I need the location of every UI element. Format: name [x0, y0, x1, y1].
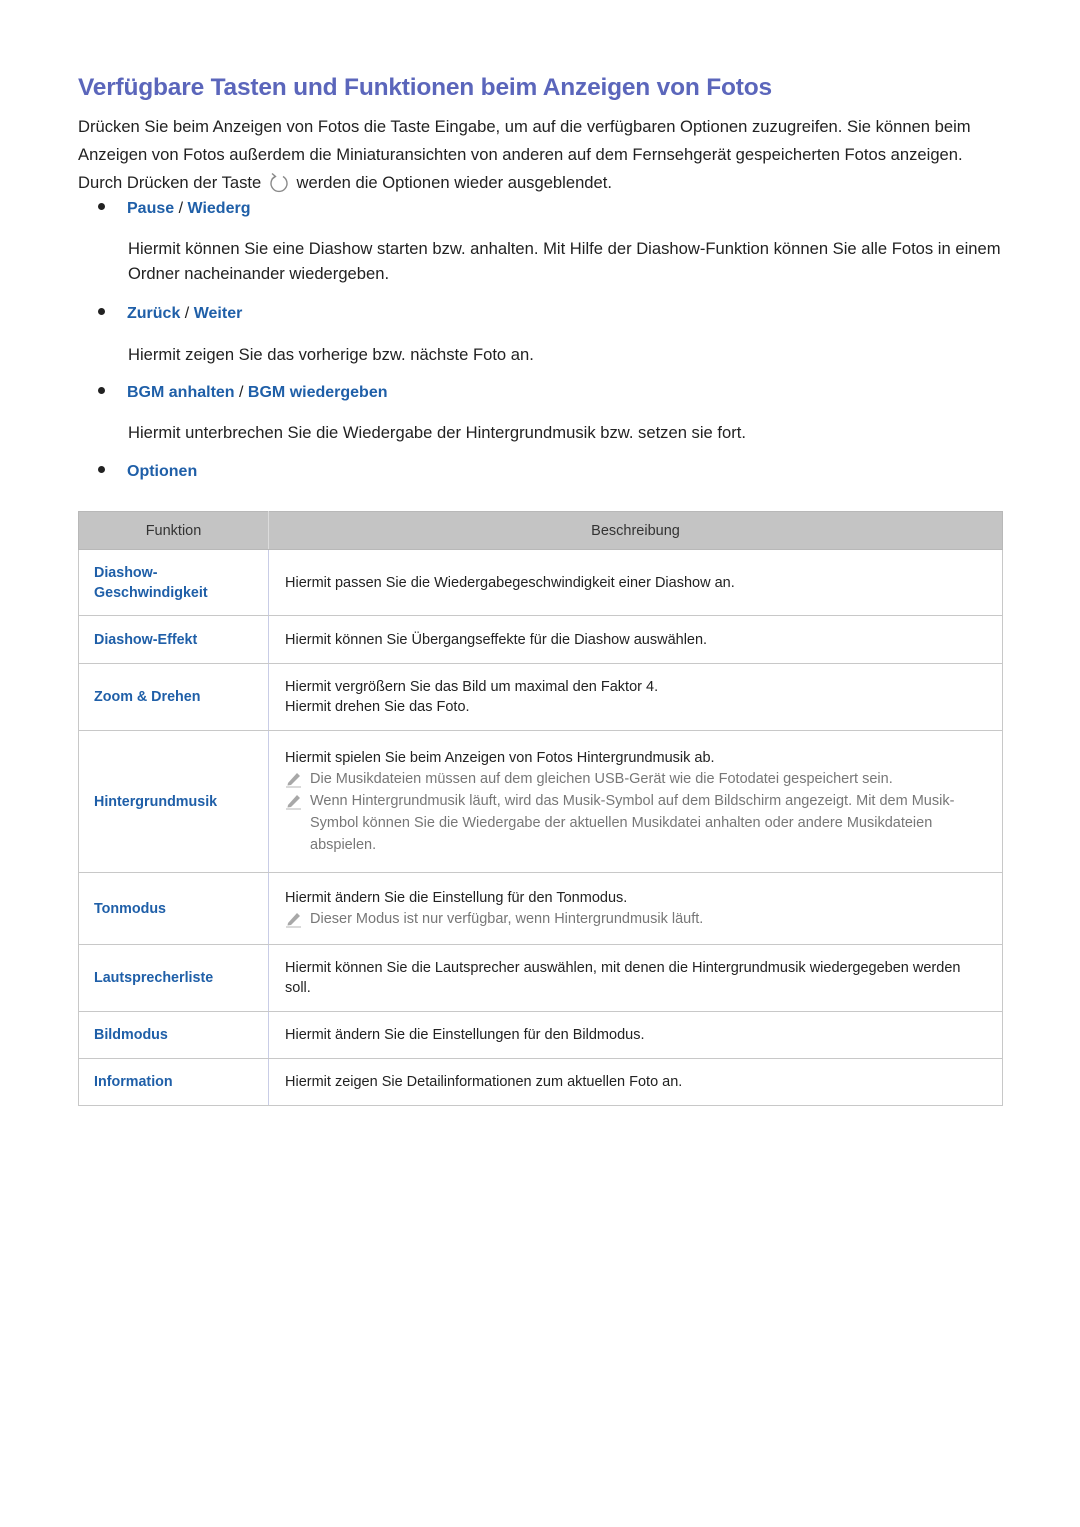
function-description: Hiermit können Sie Übergangseffekte für … — [268, 615, 1003, 664]
separator: / — [178, 200, 184, 217]
pencil-icon — [286, 772, 301, 787]
description-line: Hiermit drehen Sie das Foto. — [285, 699, 470, 715]
note: Dieser Modus ist nur verfügbar, wenn Hin… — [285, 908, 988, 930]
bullet-zurueck-weiter: Zurück / Weiter — [98, 305, 242, 323]
bullet-optionen: Optionen — [98, 463, 197, 481]
options-table: Funktion Beschreibung Diashow- Geschwindi… — [78, 511, 1003, 1106]
table-row: Bildmodus Hiermit ändern Sie die Einstel… — [78, 1011, 1003, 1059]
bullet-body-pause: Hiermit können Sie eine Diashow starten … — [128, 239, 1001, 283]
function-description: Hiermit zeigen Sie Detailinformationen z… — [268, 1058, 1003, 1106]
description-line: Hiermit spielen Sie beim Anzeigen von Fo… — [285, 749, 715, 766]
separator: / — [239, 384, 244, 401]
function-description: Hiermit ändern Sie die Einstellungen für… — [268, 1011, 1003, 1059]
note-text: Wenn Hintergrundmusik läuft, wird das Mu… — [310, 792, 955, 853]
function-name: Hintergrundmusik — [78, 730, 269, 873]
table-row: Information Hiermit zeigen Sie Detailinf… — [78, 1058, 1003, 1106]
description-line: Hiermit können Sie Übergangseffekte für … — [285, 631, 708, 648]
table-row: Tonmodus Hiermit ändern Sie die Einstell… — [78, 872, 1003, 945]
function-description: Hiermit können Sie die Lautsprecher ausw… — [268, 944, 1003, 1012]
bullet-bgm: BGM anhalten / BGM wiedergeben — [98, 384, 388, 402]
term-weiter: Weiter — [193, 305, 243, 322]
header-funktion: Funktion — [78, 511, 269, 550]
header-beschreibung: Beschreibung — [268, 511, 1003, 550]
pencil-icon — [286, 912, 301, 927]
note-text: Dieser Modus ist nur verfügbar, wenn Hin… — [310, 910, 704, 927]
table-row: Lautsprecherliste Hiermit können Sie die… — [78, 944, 1003, 1012]
description-line: Hiermit zeigen Sie Detailinformationen z… — [285, 1074, 683, 1090]
description-line: Hiermit passen Sie die Wiedergabegeschwi… — [285, 574, 735, 591]
description-line: Hiermit können Sie die Lautsprecher ausw… — [285, 960, 961, 996]
intro-paragraph: Drücken Sie beim Anzeigen von Fotos die … — [78, 113, 1008, 197]
separator: / — [184, 305, 190, 322]
function-name: Information — [78, 1058, 269, 1106]
table-header-row: Funktion Beschreibung — [78, 511, 1003, 550]
description-line: Hiermit ändern Sie die Einstellung für d… — [285, 889, 628, 906]
term-bgm-anhalten: BGM anhalten — [127, 384, 235, 401]
bullet-pause-wiederg: Pause / Wiederg — [98, 200, 250, 218]
function-description: Hiermit passen Sie die Wiedergabegeschwi… — [268, 549, 1003, 616]
description-line: Hiermit ändern Sie die Einstellungen für… — [285, 1027, 645, 1043]
pencil-icon — [286, 794, 301, 809]
return-icon — [270, 172, 288, 193]
term-wiederg: Wiederg — [187, 200, 251, 217]
function-description: Hiermit spielen Sie beim Anzeigen von Fo… — [268, 730, 1003, 873]
function-name: Tonmodus — [78, 872, 269, 945]
table-row: Hintergrundmusik Hiermit spielen Sie bei… — [78, 730, 1003, 873]
function-name: Bildmodus — [78, 1011, 269, 1059]
function-name: Diashow- Geschwindigkeit — [78, 549, 269, 616]
bullet-body-zurueck: Hiermit zeigen Sie das vorherige bzw. nä… — [128, 345, 534, 364]
table-row: Diashow- Geschwindigkeit Hiermit passen S… — [78, 549, 1003, 616]
function-name: Lautsprecherliste — [78, 944, 269, 1012]
note: Wenn Hintergrundmusik läuft, wird das Mu… — [285, 790, 988, 856]
intro-text-after: werden die Optionen wieder ausgeblendet. — [296, 173, 612, 192]
page-title: Verfügbare Tasten und Funktionen beim An… — [78, 74, 772, 101]
table-row: Zoom & Drehen Hiermit vergrößern Sie das… — [78, 663, 1003, 731]
bullet-body-bgm: Hiermit unterbrechen Sie die Wiedergabe … — [128, 423, 746, 442]
function-line: Geschwindigkeit — [94, 584, 208, 601]
note-text: Die Musikdateien müssen auf dem gleichen… — [310, 770, 893, 787]
function-name: Zoom & Drehen — [78, 663, 269, 731]
table-row: Diashow-Effekt Hiermit können Sie Überga… — [78, 615, 1003, 664]
description-line: Hiermit vergrößern Sie das Bild um maxim… — [285, 679, 659, 695]
term-optionen: Optionen — [127, 463, 198, 480]
function-description: Hiermit vergrößern Sie das Bild um maxim… — [268, 663, 1003, 731]
function-line: Diashow- — [94, 564, 158, 581]
bullet-dot — [98, 308, 105, 315]
note: Die Musikdateien müssen auf dem gleichen… — [285, 768, 988, 790]
bullet-dot — [98, 466, 105, 473]
term-bgm-wiedergeben: BGM wiedergeben — [247, 384, 388, 401]
function-name: Diashow-Effekt — [78, 615, 269, 664]
bullet-dot — [98, 387, 105, 394]
bullet-dot — [98, 203, 105, 210]
term-pause: Pause — [127, 200, 175, 217]
function-description: Hiermit ändern Sie die Einstellung für d… — [268, 872, 1003, 945]
term-zurueck: Zurück — [127, 305, 181, 322]
